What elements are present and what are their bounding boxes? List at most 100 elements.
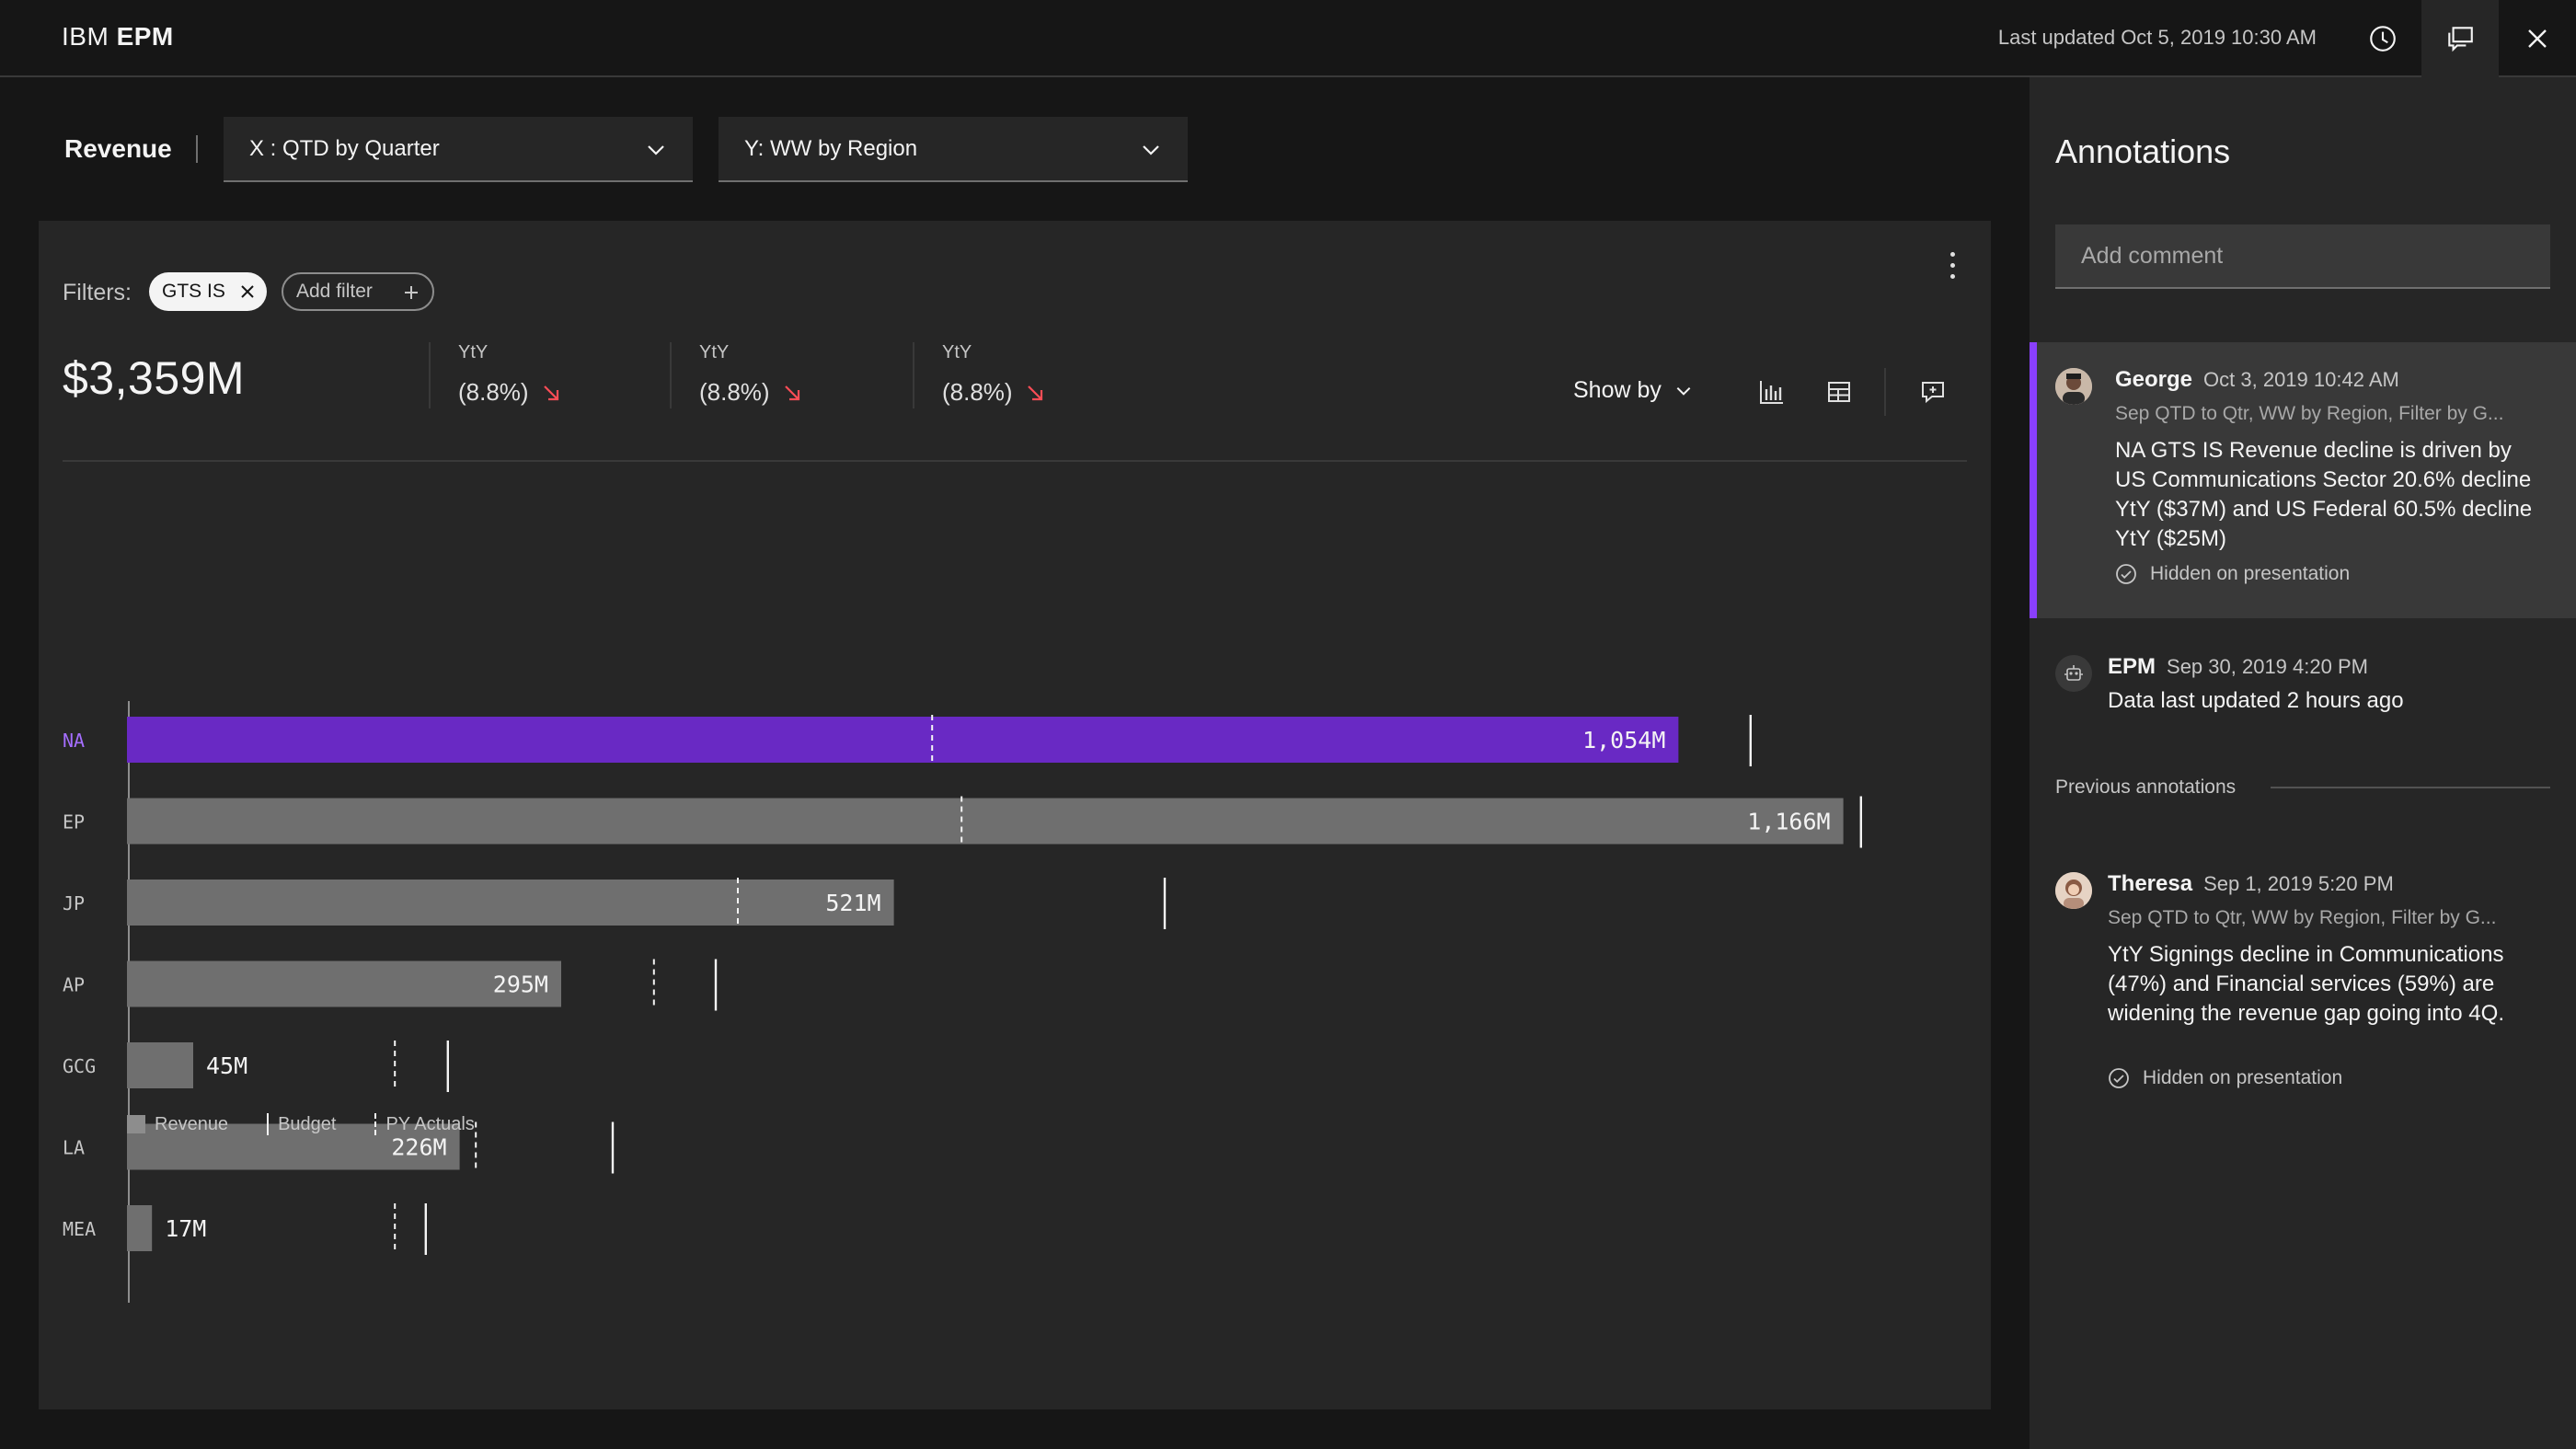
revenue-value-label-ep: 1,166M — [1747, 809, 1830, 835]
brand-name: EPM — [116, 22, 174, 51]
revenue-bar-mea — [127, 1205, 153, 1251]
category-label-la: LA — [63, 1137, 85, 1159]
annotation-item-epm[interactable]: EPM Sep 30, 2019 4:20 PM Data last update… — [2030, 648, 2576, 740]
toolbar-separator — [1884, 368, 1886, 416]
y-axis-dropdown-value: Y: WW by Region — [744, 135, 918, 161]
category-label-ap: AP — [63, 974, 85, 996]
revenue-bar-jp — [127, 880, 894, 926]
annotations-panel: Annotations GeorgeOct 3, 2019 10:42 AM S… — [2030, 77, 2576, 1449]
annotation-status: Hidden on presentation — [2108, 1067, 2342, 1089]
add-comment-icon — [1922, 382, 1944, 404]
overflow-menu-icon[interactable] — [1941, 248, 1963, 282]
arrow-down-right-icon — [1027, 385, 1042, 400]
add-filter-label: Add filter — [296, 281, 373, 302]
filter-tag-gts-is[interactable]: GTS IS — [149, 272, 267, 311]
revenue-value-label-ap: 295M — [493, 972, 548, 998]
chart-card: Filters: GTS IS Add filter $3,359M YtY (… — [39, 221, 1991, 1409]
revenue-value-label-jp: 521M — [825, 890, 880, 916]
kpi-yty-1: YtY (8.8%) — [429, 342, 560, 408]
kpi-value: (8.8%) — [458, 378, 529, 406]
revenue-value-label-na: 1,054M — [1582, 727, 1665, 753]
annotations-title: Annotations — [2055, 132, 2231, 170]
add-icon — [405, 286, 418, 299]
annotation-body: NA GTS IS Revenue decline is driven by U… — [2115, 438, 2533, 551]
arrow-down-right-icon — [543, 385, 558, 400]
title-divider — [196, 135, 198, 163]
history-button[interactable] — [2344, 0, 2421, 77]
bar-chart-icon — [1760, 381, 1783, 404]
app-brand[interactable]: IBM EPM — [62, 22, 174, 52]
legend-item-revenue: Revenue — [127, 1114, 228, 1135]
annotations-toggle-button[interactable] — [2421, 0, 2499, 77]
annotation-date: Sep 30, 2019 4:20 PM — [2167, 655, 2368, 678]
checkmark-outline-icon — [2109, 1068, 2129, 1088]
kpi-value: (8.8%) — [699, 378, 770, 406]
arrow-down-right-icon — [784, 385, 799, 400]
legend-swatch-revenue — [127, 1115, 145, 1133]
kpi-value: (8.8%) — [942, 378, 1013, 406]
chevron-down-icon — [1143, 145, 1159, 155]
kpi-yty-3: YtY (8.8%) — [913, 342, 1044, 408]
add-comment-input[interactable] — [2055, 224, 2550, 289]
revenue-bar-ep — [127, 798, 1844, 845]
legend-item-py-actuals: PY Actuals — [374, 1113, 475, 1135]
annotation-author: EPM Sep 30, 2019 4:20 PM — [2108, 654, 2368, 679]
revenue-bar-gcg — [127, 1042, 193, 1088]
bar-chart-view-button[interactable] — [1755, 375, 1788, 408]
bot-icon — [2055, 655, 2092, 692]
kpi-label: YtY — [942, 342, 972, 362]
total-revenue-value: $3,359M — [63, 352, 246, 404]
filters-label: Filters: — [63, 280, 132, 305]
category-label-ep: EP — [63, 811, 85, 834]
kpi-yty-2: YtY (8.8%) — [670, 342, 801, 408]
checkmark-outline-icon — [2116, 564, 2136, 584]
filter-tag-label: GTS IS — [162, 281, 225, 302]
annotation-context: Sep QTD to Qtr, WW by Region, Filter by … — [2115, 403, 2504, 424]
revenue-bar-chart: NA 1,054M EP 1,166M JP 521M AP 295M GCG 45M LA 226M… — [63, 701, 1863, 1303]
annotation-item-theresa[interactable]: Theresa Sep 1, 2019 5:20 PM Sep QTD to Qt… — [2030, 865, 2576, 1141]
close-tag-icon[interactable] — [239, 283, 256, 300]
annotation-status: Hidden on presentation — [2115, 563, 2350, 585]
annotation-body: YtY Signings decline in Communications (… — [2108, 942, 2504, 1026]
show-by-dropdown[interactable]: Show by — [1573, 377, 1693, 404]
x-axis-dropdown-value: X : QTD by Quarter — [249, 135, 440, 161]
legend-swatch-budget — [267, 1113, 270, 1135]
annotation-date: Oct 3, 2019 10:42 AM — [2203, 368, 2399, 391]
x-axis-dropdown[interactable]: X : QTD by Quarter — [224, 117, 693, 182]
previous-annotations-divider — [2271, 787, 2550, 788]
category-label-mea: MEA — [63, 1218, 96, 1240]
avatar — [2055, 368, 2092, 405]
chart-legend: Revenue Budget PY Actuals — [127, 1113, 495, 1135]
revenue-value-label-mea: 17M — [165, 1215, 206, 1242]
annotation-context: Sep QTD to Qtr, WW by Region, Filter by … — [2108, 907, 2497, 928]
table-icon — [1828, 382, 1850, 402]
kpi-label: YtY — [458, 342, 489, 362]
last-updated-text: Last updated Oct 5, 2019 10:30 AM — [1997, 26, 2317, 49]
close-button[interactable] — [2499, 0, 2576, 77]
chevron-down-icon — [1676, 386, 1691, 396]
category-label-na: NA — [63, 730, 85, 752]
annotation-author: Theresa Sep 1, 2019 5:20 PM — [2108, 871, 2394, 896]
legend-label: Revenue — [155, 1113, 229, 1134]
chevron-down-icon — [648, 145, 664, 155]
avatar — [2055, 872, 2092, 909]
annotation-author: George Oct 3, 2019 10:42 AM — [2115, 367, 2399, 392]
y-axis-dropdown[interactable]: Y: WW by Region — [719, 117, 1188, 182]
revenue-bar-na — [127, 717, 1679, 763]
card-divider — [63, 460, 1967, 462]
top-header: IBM EPM Last updated Oct 5, 2019 10:30 A… — [0, 0, 2576, 77]
legend-item-budget: Budget — [267, 1113, 336, 1135]
annotation-item-george[interactable]: George Oct 3, 2019 10:42 AM Sep QTD to Qt… — [2030, 342, 2576, 618]
table-view-button[interactable] — [1823, 375, 1856, 408]
annotation-body: Data last updated 2 hours ago — [2108, 688, 2404, 713]
kpi-label: YtY — [699, 342, 730, 362]
legend-swatch-py-actuals — [374, 1113, 377, 1135]
history-icon — [2370, 26, 2396, 52]
close-icon — [2528, 29, 2547, 48]
previous-annotations-label: Previous annotations — [2055, 776, 2237, 798]
brand-prefix: IBM — [62, 22, 109, 51]
add-filter-button[interactable]: Add filter — [282, 272, 434, 311]
revenue-value-label-la: 226M — [391, 1134, 446, 1161]
add-annotation-button[interactable] — [1916, 375, 1949, 408]
page-title: Revenue — [64, 134, 172, 163]
